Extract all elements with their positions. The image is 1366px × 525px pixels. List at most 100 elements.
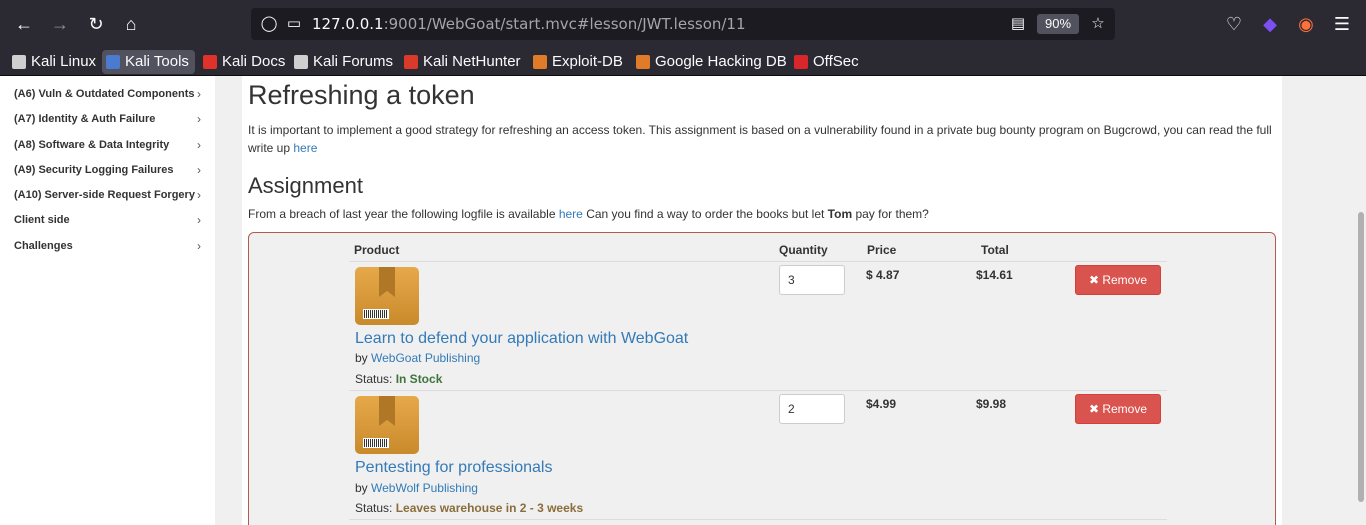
chevron-right-icon: › <box>197 87 201 101</box>
remove-label: Remove <box>1102 402 1148 416</box>
kali-docs-icon <box>203 55 217 69</box>
chevron-right-icon: › <box>197 188 201 202</box>
bookmarks-bar: Kali Linux Kali Tools Kali Docs Kali For… <box>0 48 1366 76</box>
page-scrollbar[interactable] <box>1358 212 1364 502</box>
sidebar-item-label: (A7) Identity & Auth Failure <box>14 113 156 125</box>
url-host: 127.0.0.1 <box>312 15 384 33</box>
bookmark-kali-docs[interactable]: Kali Docs <box>199 50 291 74</box>
book-status: Status: In Stock <box>355 372 442 386</box>
sidebar-item-client-side[interactable]: Client side › <box>14 210 204 230</box>
lesson-intro: It is important to implement a good stra… <box>248 121 1278 157</box>
bookmark-exploit-db[interactable]: Exploit-DB <box>529 50 629 74</box>
book-publisher: by WebWolf Publishing <box>355 481 478 495</box>
item-total: $9.98 <box>976 397 1007 411</box>
publisher-link[interactable]: WebWolf Publishing <box>371 481 478 495</box>
page-title: Refreshing a token <box>248 80 475 110</box>
browser-toolbar: ← → ↻ ⌂ ◯ ▭ 127.0.0.1:9001/WebGoat/start… <box>0 0 1366 48</box>
bookmark-offsec[interactable]: OffSec <box>790 50 865 74</box>
sidebar-item-label: Challenges <box>14 240 73 252</box>
assignment-text: From a breach of last year the following… <box>248 207 929 221</box>
exploit-db-icon <box>533 55 547 69</box>
bookmark-label: Kali NetHunter <box>423 53 521 70</box>
lesson-sidebar: (A6) Vuln & Outdated Components › (A7) Id… <box>0 76 215 525</box>
publisher-link[interactable]: WebGoat Publishing <box>371 351 480 365</box>
shopping-cart: Product Quantity Price Total Learn to de… <box>248 232 1276 525</box>
item-price: $ 4.87 <box>866 268 900 282</box>
nethunter-icon <box>404 55 418 69</box>
row-divider <box>349 519 1167 520</box>
reload-icon[interactable]: ↻ <box>84 12 108 36</box>
remove-label: Remove <box>1102 273 1148 287</box>
assignment-text-2: Can you find a way to order the books bu… <box>582 207 828 221</box>
quantity-input[interactable]: 2 <box>779 394 845 424</box>
sidebar-item-challenges[interactable]: Challenges › <box>14 236 204 256</box>
assignment-text-3: pay for them? <box>852 207 929 221</box>
bookmark-star-icon[interactable]: ☆ <box>1089 15 1107 33</box>
assignment-text-1: From a breach of last year the following… <box>248 207 559 221</box>
book-title-link[interactable]: Pentesting for professionals <box>355 459 552 477</box>
logfile-link[interactable]: here <box>559 207 583 221</box>
bookmark-label: Kali Forums <box>313 53 394 70</box>
item-price: $4.99 <box>866 397 897 411</box>
bookmark-kali-nethunter[interactable]: Kali NetHunter <box>400 50 527 74</box>
assignment-bold-name: Tom <box>827 207 853 221</box>
bookmark-google-hacking-db[interactable]: Google Hacking DB <box>632 50 793 74</box>
lesson-content: Refreshing a token It is important to im… <box>242 76 1282 525</box>
page-info-icon[interactable]: ▭ <box>285 15 303 33</box>
ghdb-icon <box>636 55 650 69</box>
sidebar-item-a10[interactable]: (A10) Server-side Request Forgery › <box>14 185 204 205</box>
forward-icon[interactable]: → <box>48 12 72 36</box>
book-status: Status: Leaves warehouse in 2 - 3 weeks <box>355 501 583 515</box>
sidebar-item-label: (A8) Software & Data Integrity <box>14 139 170 151</box>
shield-icon[interactable]: ◯ <box>260 15 278 33</box>
back-icon[interactable]: ← <box>12 12 36 36</box>
write-up-link[interactable]: here <box>293 141 317 155</box>
chevron-right-icon: › <box>197 163 201 177</box>
bookmark-label: Kali Tools <box>125 53 189 70</box>
sidebar-item-a7[interactable]: (A7) Identity & Auth Failure › <box>14 109 204 129</box>
bookmark-label: Exploit-DB <box>552 53 623 70</box>
status-label: Status: <box>355 372 396 386</box>
header-product: Product <box>354 243 400 257</box>
url-text[interactable]: 127.0.0.1:9001/WebGoat/start.mvc#lesson/… <box>312 15 746 33</box>
row-divider <box>349 390 1167 391</box>
bookmark-kali-linux[interactable]: Kali Linux <box>8 50 102 74</box>
url-bar[interactable]: ◯ ▭ 127.0.0.1:9001/WebGoat/start.mvc#les… <box>251 8 1115 40</box>
reader-view-icon[interactable]: ▤ <box>1009 15 1027 33</box>
pocket-icon[interactable]: ♡ <box>1222 12 1246 36</box>
remove-icon: ✖ <box>1088 273 1103 287</box>
status-label: Status: <box>355 501 396 515</box>
remove-button[interactable]: ✖ Remove <box>1075 394 1161 424</box>
bookmark-label: Kali Docs <box>222 53 286 70</box>
sidebar-item-a6[interactable]: (A6) Vuln & Outdated Components › <box>14 84 204 104</box>
bookmark-label: OffSec <box>813 53 859 70</box>
sidebar-item-a9[interactable]: (A9) Security Logging Failures › <box>14 160 204 180</box>
package-icon <box>355 267 419 325</box>
bookmark-kali-forums[interactable]: Kali Forums <box>290 50 399 74</box>
status-value: In Stock <box>395 372 443 386</box>
book-title-link[interactable]: Learn to defend your application with We… <box>355 330 688 348</box>
firefox-account-icon[interactable]: ◉ <box>1294 12 1318 36</box>
kali-tools-icon <box>106 55 120 69</box>
url-path: :9001/WebGoat/start.mvc#lesson/JWT.lesso… <box>383 15 746 33</box>
by-label: by <box>355 351 372 365</box>
remove-button[interactable]: ✖ Remove <box>1075 265 1161 295</box>
by-label: by <box>355 481 372 495</box>
menu-icon[interactable]: ☰ <box>1330 12 1354 36</box>
sidebar-item-label: (A9) Security Logging Failures <box>14 164 174 176</box>
bookmark-label: Google Hacking DB <box>655 53 787 70</box>
sidebar-item-label: (A6) Vuln & Outdated Components <box>14 88 195 100</box>
bookmark-label: Kali Linux <box>31 53 97 70</box>
item-total: $14.61 <box>976 268 1013 282</box>
offsec-icon <box>794 55 808 69</box>
quantity-input[interactable]: 3 <box>779 265 845 295</box>
extension-icon[interactable]: ◆ <box>1258 12 1282 36</box>
sidebar-item-label: (A10) Server-side Request Forgery <box>14 189 195 201</box>
bookmark-kali-tools[interactable]: Kali Tools <box>102 50 195 74</box>
left-gutter <box>215 76 242 525</box>
kali-forums-icon <box>294 55 308 69</box>
zoom-level[interactable]: 90% <box>1037 14 1079 34</box>
header-total: Total <box>981 243 1009 257</box>
sidebar-item-a8[interactable]: (A8) Software & Data Integrity › <box>14 135 204 155</box>
home-icon[interactable]: ⌂ <box>119 12 143 36</box>
